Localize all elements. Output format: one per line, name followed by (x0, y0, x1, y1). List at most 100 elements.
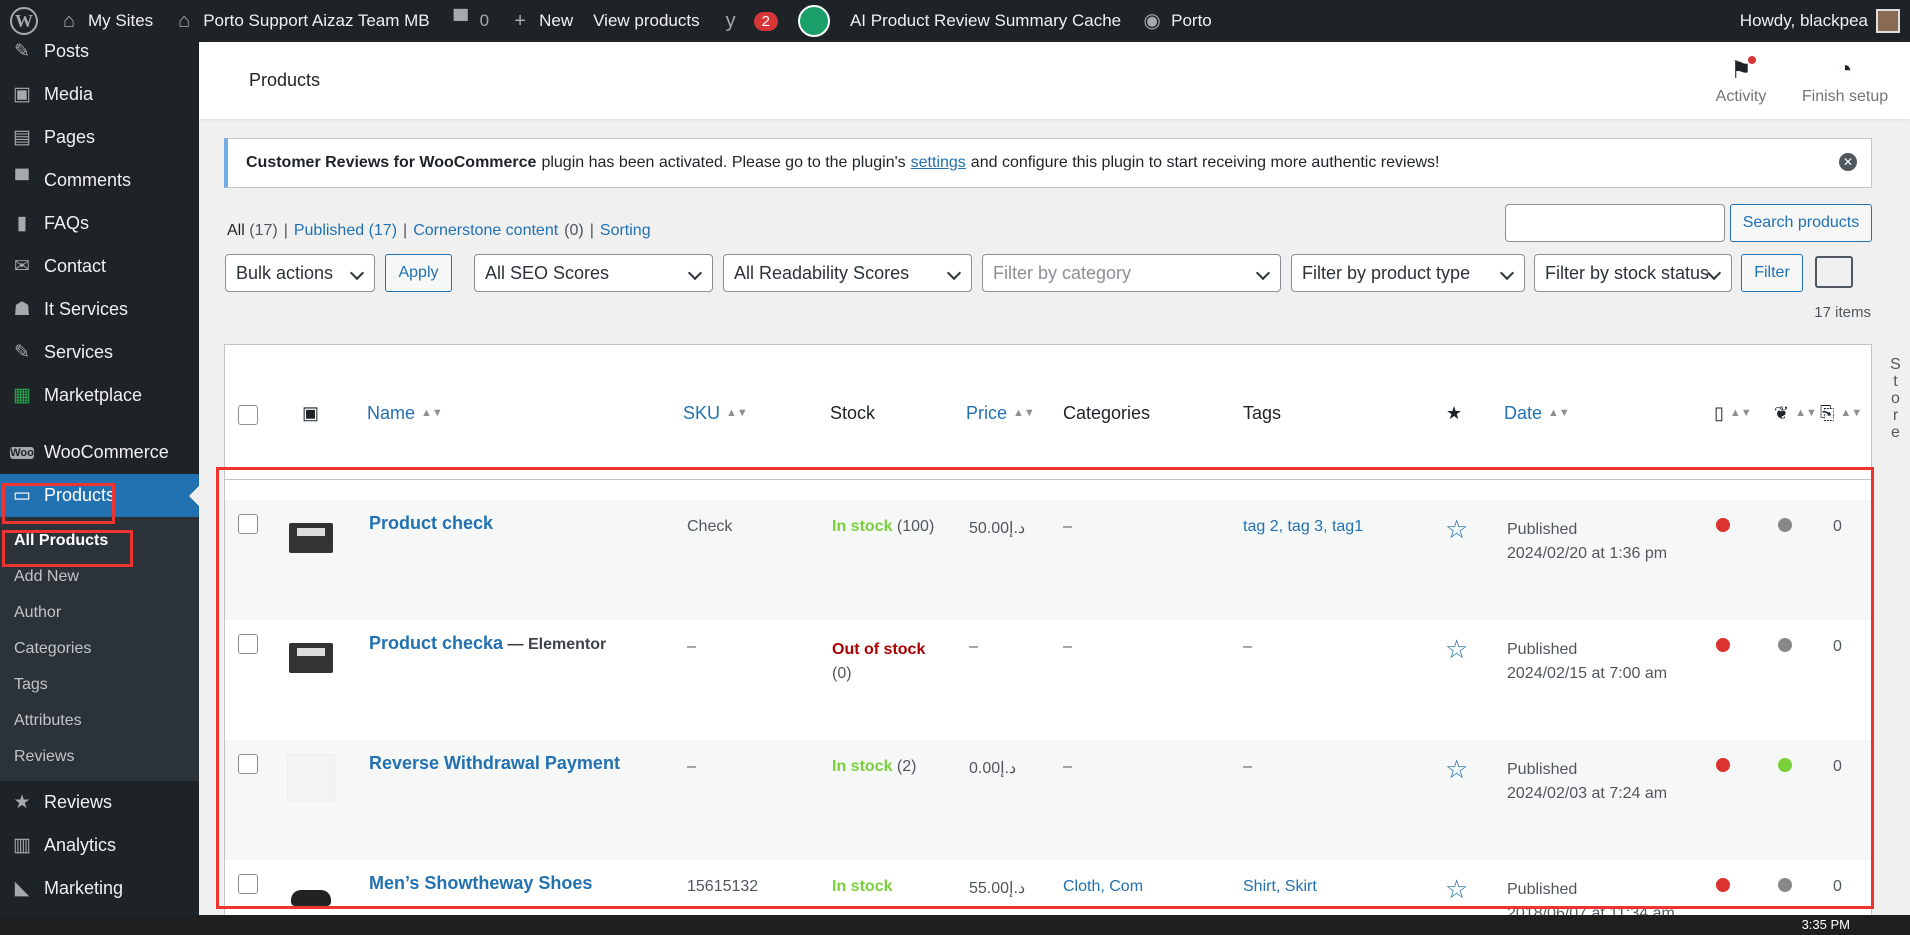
submenu-add-new[interactable]: Add New (0, 559, 199, 595)
readability-dot (1778, 518, 1792, 532)
row-checkbox[interactable] (238, 874, 258, 894)
col-price[interactable]: Price ▲▼ (966, 403, 1035, 424)
tags-cell[interactable]: tag 2, tag 3, tag1 (1243, 518, 1363, 536)
status-views: All (17) | Published (17) | Cornerstone co… (227, 222, 651, 240)
featured-star-icon[interactable]: ☆ (1445, 514, 1468, 545)
select-all-checkbox[interactable] (238, 405, 258, 425)
menu-media[interactable]: ▣ Media (0, 73, 199, 116)
product-thumbnail[interactable] (287, 634, 335, 682)
table-row[interactable]: Reverse Withdrawal Payment – In stock (2… (225, 740, 1871, 860)
readability-select[interactable]: All Readability Scores (723, 254, 972, 292)
menu-marketing[interactable]: ◣ Marketing (0, 867, 199, 910)
view-products-link[interactable]: View products (583, 0, 709, 42)
finish-setup-button[interactable]: ◔ Finish setup (1795, 56, 1895, 106)
links-count: 0 (1833, 518, 1842, 535)
os-taskbar: 3:35 PM (0, 915, 1910, 935)
submenu-all-products[interactable]: All Products (0, 523, 199, 559)
col-name[interactable]: Name ▲▼ (367, 403, 443, 424)
products-table: ▣ Name ▲▼ SKU ▲▼ Stock Price ▲▼ Categories … (224, 344, 1872, 935)
price-cell: – (969, 638, 978, 655)
menu-posts[interactable]: ✎ Posts (0, 42, 199, 73)
product-name-link[interactable]: Product check (369, 513, 493, 534)
menu-pages[interactable]: ▤ Pages (0, 116, 199, 159)
menu-products[interactable]: ▭ Products (0, 474, 199, 517)
menu-it-services[interactable]: ☗ It Services (0, 288, 199, 331)
pushpin-icon: ✎ (14, 342, 30, 363)
col-sku[interactable]: SKU ▲▼ (683, 403, 748, 424)
product-thumbnail[interactable] (287, 754, 335, 802)
product-name-link[interactable]: Men’s Showtheway Shoes (369, 873, 592, 894)
media-icon: ▣ (13, 84, 31, 105)
table-row[interactable]: Product check Check In stock (100) 50.00… (225, 500, 1871, 620)
menu-reviews[interactable]: ★ Reviews (0, 781, 199, 824)
menu-services[interactable]: ✎ Services (0, 331, 199, 374)
readability-column-icon[interactable]: ❦ ▲▼ (1774, 403, 1817, 424)
view-published[interactable]: Published (17) (294, 222, 397, 240)
submenu-author[interactable]: Author (0, 595, 199, 631)
plugin-avatar[interactable] (788, 0, 840, 42)
page-title: Products (249, 70, 321, 90)
featured-star-icon[interactable]: ★ (1446, 403, 1462, 424)
screen-options-icon[interactable] (1815, 256, 1853, 288)
row-checkbox[interactable] (238, 754, 258, 774)
activity-button[interactable]: ⚑ Activity (1701, 55, 1781, 106)
tags-cell[interactable]: Shirt, Skirt (1243, 878, 1317, 896)
links-column-icon[interactable]: ⎘ ▲▼ (1820, 403, 1862, 424)
featured-star-icon[interactable]: ☆ (1445, 634, 1468, 665)
view-all[interactable]: All (17) (227, 222, 278, 240)
row-checkbox[interactable] (238, 634, 258, 654)
view-sorting[interactable]: Sorting (600, 222, 651, 240)
my-sites-menu[interactable]: ⌂ My Sites (48, 0, 163, 42)
col-date[interactable]: Date ▲▼ (1504, 403, 1570, 424)
view-cornerstone[interactable]: Cornerstone content (413, 222, 558, 240)
ai-plugin-link[interactable]: AI Product Review Summary Cache (840, 0, 1131, 42)
products-submenu: All Products Add New Author Categories T… (0, 517, 199, 781)
menu-analytics[interactable]: ▥ Analytics (0, 824, 199, 867)
submenu-reviews[interactable]: Reviews (0, 739, 199, 775)
filter-button[interactable]: Filter (1741, 254, 1803, 292)
category-filter[interactable]: Filter by category (982, 254, 1281, 292)
sort-icon: ▲▼ (726, 407, 748, 419)
categories-cell[interactable]: Cloth, Com (1063, 878, 1143, 896)
search-input[interactable] (1505, 204, 1725, 242)
stock-cell: In stock (100) (832, 518, 935, 535)
search-products-button[interactable]: Search products (1730, 204, 1872, 242)
menu-woocommerce[interactable]: Woo WooCommerce (0, 431, 199, 474)
stock-status-filter[interactable]: Filter by stock status (1534, 254, 1732, 292)
table-row[interactable]: Product checka — Elementor – Out of stoc… (225, 620, 1871, 740)
menu-comments[interactable]: ▀ Comments (0, 159, 199, 202)
product-name-link[interactable]: Product checka — Elementor (369, 633, 606, 654)
product-thumbnail[interactable] (287, 514, 335, 562)
menu-marketplace[interactable]: ▦ Marketplace (0, 374, 199, 417)
menu-contact[interactable]: ✉ Contact (0, 245, 199, 288)
readability-dot (1778, 878, 1792, 892)
dismiss-icon[interactable]: ✕ (1839, 153, 1857, 171)
seo-score-dot (1716, 878, 1730, 892)
featured-star-icon[interactable]: ☆ (1445, 754, 1468, 785)
wordpress-logo[interactable]: W (0, 0, 48, 42)
seo-scores-select[interactable]: All SEO Scores (474, 254, 713, 292)
featured-star-icon[interactable]: ☆ (1445, 874, 1468, 905)
row-checkbox[interactable] (238, 514, 258, 534)
product-name-link[interactable]: Reverse Withdrawal Payment (369, 753, 620, 774)
new-content-menu[interactable]: + New (499, 0, 583, 42)
sort-icon: ▲▼ (1548, 407, 1570, 419)
menu-faqs[interactable]: ▮ FAQs (0, 202, 199, 245)
porto-menu[interactable]: ◉ Porto (1131, 0, 1222, 42)
apply-button[interactable]: Apply (385, 254, 452, 292)
account-menu[interactable]: Howdy, blackpea (1730, 0, 1910, 42)
submenu-attributes[interactable]: Attributes (0, 703, 199, 739)
submenu-tags[interactable]: Tags (0, 667, 199, 703)
progress-icon: ◔ (1837, 55, 1853, 83)
site-name-menu[interactable]: ⌂ Porto Support Aizaz Team MB (163, 0, 439, 42)
submenu-categories[interactable]: Categories (0, 631, 199, 667)
yoast-menu[interactable]: y2 (710, 0, 788, 42)
home-icon: ⌂ (178, 10, 191, 32)
product-type-filter[interactable]: Filter by product type (1291, 254, 1525, 292)
seo-score-column-icon[interactable]: ▯ ▲▼ (1714, 403, 1752, 424)
settings-link[interactable]: settings (911, 154, 966, 172)
comments-menu[interactable]: ▀ 0 (440, 0, 499, 42)
bulk-actions-select[interactable]: Bulk actions (225, 254, 375, 292)
sort-icon: ▲▼ (421, 407, 443, 419)
plugin-logo-icon (797, 5, 830, 37)
